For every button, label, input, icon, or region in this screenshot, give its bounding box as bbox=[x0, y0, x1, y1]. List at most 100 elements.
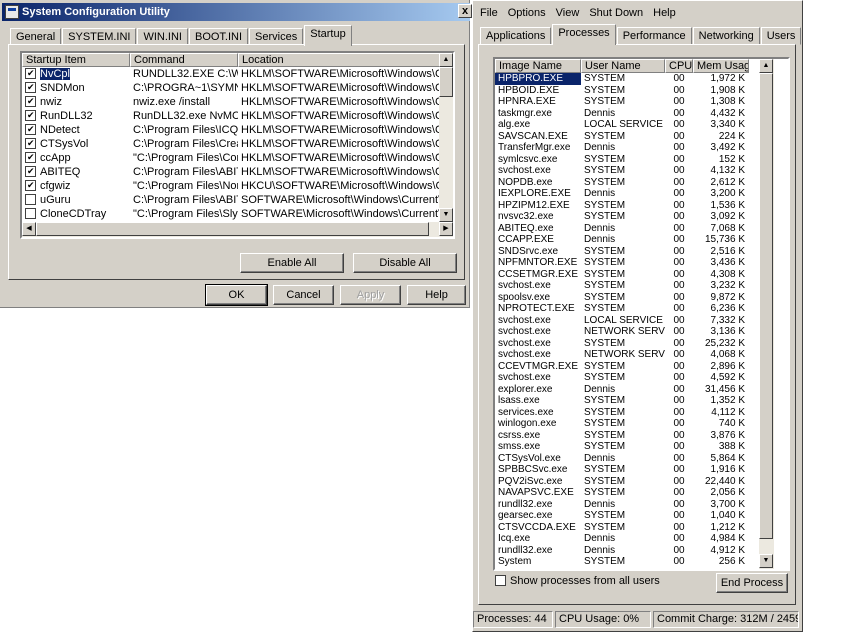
column-header-location[interactable]: Location bbox=[238, 53, 440, 67]
startup-row[interactable]: cfgwiz "C:\Program Files\Nort...HKCU\SOFT… bbox=[22, 179, 440, 193]
process-row[interactable]: svchost.exe LOCAL SERVICE 00 7,332 K bbox=[495, 315, 773, 327]
startup-row[interactable]: ccApp "C:\Program Files\Com...HKLM\SOFTWA… bbox=[22, 151, 440, 165]
startup-row[interactable]: NvCpl RUNDLL32.EXE C:\WI...HKLM\SOFTWARE\… bbox=[22, 67, 440, 81]
tab-performance[interactable]: Performance bbox=[616, 27, 692, 45]
process-row[interactable]: HPNRA.EXE SYSTEM 00 1,308 K bbox=[495, 96, 773, 108]
process-row[interactable]: smss.exe SYSTEM 00 388 K bbox=[495, 441, 773, 453]
process-scroll-up-arrow-icon[interactable]: ▲ bbox=[759, 59, 773, 73]
process-row[interactable]: HPBPRO.EXE SYSTEM 00 1,972 K bbox=[495, 73, 773, 85]
process-row[interactable]: CTSVCCDA.EXE SYSTEM 00 1,212 K bbox=[495, 522, 773, 534]
column-header-image-name[interactable]: Image Name bbox=[495, 59, 581, 73]
process-row[interactable]: IEXPLORE.EXE Dennis 00 3,200 K bbox=[495, 188, 773, 200]
column-header-startup-item[interactable]: Startup Item bbox=[22, 53, 130, 67]
process-row[interactable]: NPROTECT.EXE SYSTEM 00 6,236 K bbox=[495, 303, 773, 315]
process-scroll-down-arrow-icon[interactable]: ▼ bbox=[759, 554, 773, 568]
show-all-users-checkbox[interactable] bbox=[495, 575, 506, 586]
startup-list[interactable]: Startup Item Command Location NvCpl RUNDL… bbox=[20, 51, 455, 239]
process-row[interactable]: HPZIPM12.EXE SYSTEM 00 1,536 K bbox=[495, 200, 773, 212]
process-row[interactable]: NOPDB.exe SYSTEM 00 2,612 K bbox=[495, 177, 773, 189]
process-row[interactable]: CCEVTMGR.EXE SYSTEM 00 2,896 K bbox=[495, 361, 773, 373]
horizontal-scroll-thumb[interactable] bbox=[36, 222, 429, 236]
process-row[interactable]: winlogon.exe SYSTEM 00 740 K bbox=[495, 418, 773, 430]
column-header-user-name[interactable]: User Name bbox=[581, 59, 665, 73]
process-row[interactable]: explorer.exe Dennis 00 31,456 K bbox=[495, 384, 773, 396]
startup-item-checkbox[interactable] bbox=[25, 138, 36, 149]
column-header-command[interactable]: Command bbox=[130, 53, 238, 67]
enable-all-button[interactable]: Enable All bbox=[240, 253, 344, 273]
startup-item-checkbox[interactable] bbox=[25, 110, 36, 121]
startup-item-checkbox[interactable] bbox=[25, 82, 36, 93]
startup-row[interactable]: ABITEQ C:\Program Files\ABIT...HKLM\SOFTW… bbox=[22, 165, 440, 179]
process-row[interactable]: ABITEQ.exe Dennis 00 7,068 K bbox=[495, 223, 773, 235]
process-row[interactable]: CTSysVol.exe Dennis 00 5,864 K bbox=[495, 453, 773, 465]
menu-options[interactable]: Options bbox=[503, 5, 551, 21]
process-row[interactable]: HPBOID.EXE SYSTEM 00 1,908 K bbox=[495, 85, 773, 97]
process-row[interactable]: rundll32.exe Dennis 00 3,700 K bbox=[495, 499, 773, 511]
startup-item-checkbox[interactable] bbox=[25, 166, 36, 177]
process-row[interactable]: Icq.exe Dennis 00 4,984 K bbox=[495, 533, 773, 545]
menu-help[interactable]: Help bbox=[648, 5, 681, 21]
startup-vertical-scrollbar[interactable]: ▲ ▼ bbox=[439, 53, 453, 222]
msconfig-close-button[interactable]: x bbox=[458, 4, 472, 18]
help-button[interactable]: Help bbox=[407, 285, 466, 305]
startup-row[interactable]: CTSysVol C:\Program Files\Crea...HKLM\SOF… bbox=[22, 137, 440, 151]
process-list[interactable]: Image Name User Name CPU Mem Usage HPBPR… bbox=[493, 57, 790, 571]
tab-users[interactable]: Users bbox=[760, 27, 802, 45]
process-row[interactable]: svchost.exe SYSTEM 00 3,232 K bbox=[495, 280, 773, 292]
process-row[interactable]: SPBBCSvc.exe SYSTEM 00 1,916 K bbox=[495, 464, 773, 476]
process-row[interactable]: lsass.exe SYSTEM 00 1,352 K bbox=[495, 395, 773, 407]
process-row[interactable]: CCSETMGR.EXE SYSTEM 00 4,308 K bbox=[495, 269, 773, 281]
process-row[interactable]: System SYSTEM 00 256 K bbox=[495, 556, 773, 568]
show-all-users-option[interactable]: Show processes from all users bbox=[495, 575, 660, 587]
msconfig-title-bar[interactable]: System Configuration Utility bbox=[2, 3, 470, 21]
startup-row[interactable]: NDetect C:\Program Files\ICQ\...HKLM\SOFT… bbox=[22, 123, 440, 137]
process-row[interactable]: SAVSCAN.EXE SYSTEM 00 224 K bbox=[495, 131, 773, 143]
startup-item-checkbox[interactable] bbox=[25, 208, 36, 219]
startup-item-checkbox[interactable] bbox=[25, 96, 36, 107]
scroll-up-arrow-icon[interactable]: ▲ bbox=[439, 53, 453, 67]
cancel-button[interactable]: Cancel bbox=[273, 285, 334, 305]
startup-row[interactable]: nwiz nwiz.exe /install HKLM\SOFTWARE\Micro… bbox=[22, 95, 440, 109]
startup-horizontal-scrollbar[interactable]: ◀ ▶ bbox=[22, 222, 453, 237]
process-row[interactable]: NPFMNTOR.EXE SYSTEM 00 3,436 K bbox=[495, 257, 773, 269]
disable-all-button[interactable]: Disable All bbox=[353, 253, 457, 273]
process-row[interactable]: nvsvc32.exe SYSTEM 00 3,092 K bbox=[495, 211, 773, 223]
process-row[interactable]: svchost.exe SYSTEM 00 25,232 K bbox=[495, 338, 773, 350]
startup-row[interactable]: SNDMon C:\PROGRA~1\SYMNE...HKLM\SOFTWARE\… bbox=[22, 81, 440, 95]
end-process-button[interactable]: End Process bbox=[716, 573, 788, 593]
tab-networking[interactable]: Networking bbox=[692, 27, 760, 45]
scroll-thumb[interactable] bbox=[439, 67, 453, 97]
process-row[interactable]: services.exe SYSTEM 00 4,112 K bbox=[495, 407, 773, 419]
process-row[interactable]: symlcsvc.exe SYSTEM 00 152 K bbox=[495, 154, 773, 166]
startup-row[interactable]: RunDLL32 RunDLL32.exe NvMCT...HKLM\SOFTWA… bbox=[22, 109, 440, 123]
process-row[interactable]: PQV2iSvc.exe SYSTEM 00 22,440 K bbox=[495, 476, 773, 488]
startup-item-checkbox[interactable] bbox=[25, 194, 36, 205]
process-row[interactable]: spoolsv.exe SYSTEM 00 9,872 K bbox=[495, 292, 773, 304]
process-row[interactable]: svchost.exe NETWORK SERVICE 00 3,136 K bbox=[495, 326, 773, 338]
menu-shut-down[interactable]: Shut Down bbox=[584, 5, 648, 21]
process-scroll-thumb[interactable] bbox=[759, 73, 773, 539]
tab-startup[interactable]: Startup bbox=[304, 25, 352, 46]
scroll-down-arrow-icon[interactable]: ▼ bbox=[439, 208, 453, 222]
startup-item-checkbox[interactable] bbox=[25, 152, 36, 163]
startup-item-checkbox[interactable] bbox=[25, 180, 36, 191]
process-vertical-scrollbar[interactable]: ▲ ▼ bbox=[759, 59, 774, 569]
process-row[interactable]: gearsec.exe SYSTEM 00 1,040 K bbox=[495, 510, 773, 522]
process-row[interactable]: CCAPP.EXE Dennis 00 15,736 K bbox=[495, 234, 773, 246]
apply-button[interactable]: Apply bbox=[340, 285, 401, 305]
column-header-cpu[interactable]: CPU bbox=[665, 59, 693, 73]
startup-item-checkbox[interactable] bbox=[25, 124, 36, 135]
process-row[interactable]: rundll32.exe Dennis 00 4,912 K bbox=[495, 545, 773, 557]
startup-row[interactable]: uGuru C:\Program Files\ABIT...SOFTWARE\Mi… bbox=[22, 193, 440, 207]
process-row[interactable]: alg.exe LOCAL SERVICE 00 3,340 K bbox=[495, 119, 773, 131]
process-row[interactable]: NAVAPSVC.EXE SYSTEM 00 2,056 K bbox=[495, 487, 773, 499]
process-row[interactable]: svchost.exe NETWORK SERVICE 00 4,068 K bbox=[495, 349, 773, 361]
menu-view[interactable]: View bbox=[551, 5, 585, 21]
process-row[interactable]: csrss.exe SYSTEM 00 3,876 K bbox=[495, 430, 773, 442]
scroll-left-arrow-icon[interactable]: ◀ bbox=[22, 222, 36, 236]
process-row[interactable]: svchost.exe SYSTEM 00 4,132 K bbox=[495, 165, 773, 177]
ok-button[interactable]: OK bbox=[205, 284, 268, 306]
process-row[interactable]: taskmgr.exe Dennis 00 4,432 K bbox=[495, 108, 773, 120]
process-row[interactable]: TransferMgr.exe Dennis 00 3,492 K bbox=[495, 142, 773, 154]
column-header-mem-usage[interactable]: Mem Usage bbox=[693, 59, 749, 73]
